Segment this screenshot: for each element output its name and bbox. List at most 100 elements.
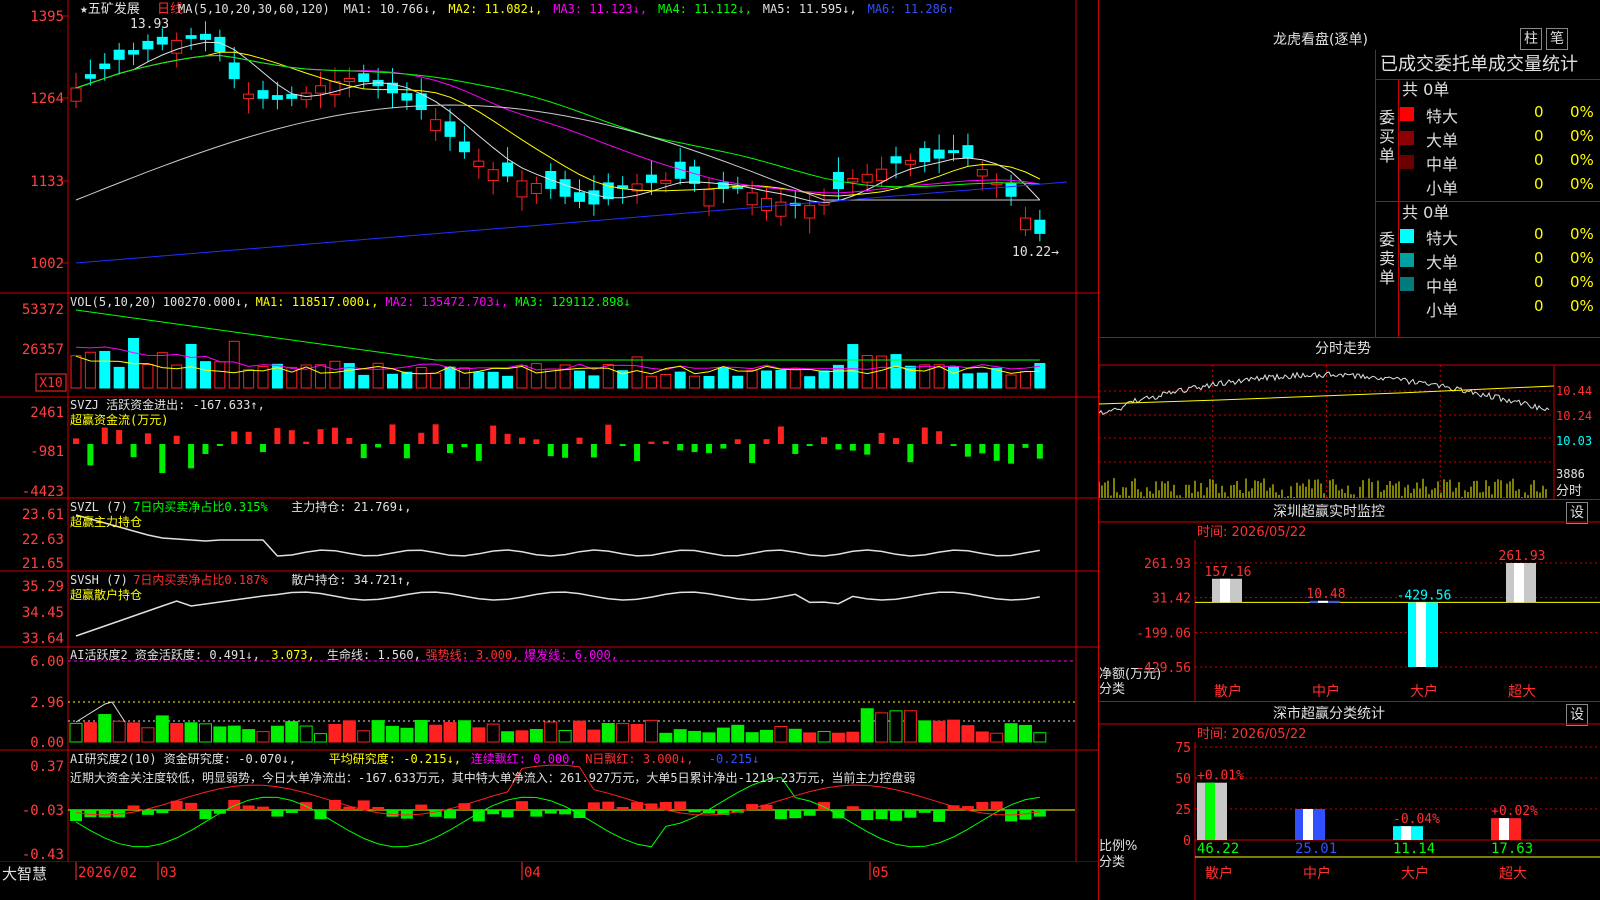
main-chart-canvas[interactable]: 1395126411331002★五矿发展 日线MA(5,10,20,30,60,… xyxy=(0,0,1098,900)
bar-mode-button[interactable]: 柱 xyxy=(1520,28,1542,50)
research-bar xyxy=(861,810,874,821)
activity-bar xyxy=(141,727,155,743)
volume-bar xyxy=(401,371,413,389)
intraday-unit: 分时 xyxy=(1556,484,1582,499)
candle-body xyxy=(444,121,456,137)
main-chart-area[interactable]: 1395 1264 1133 1002 ★五矿发展 日线 MA(5,10,20,30,60,… xyxy=(0,0,1098,900)
candle-body xyxy=(99,63,111,70)
buy-order-row: 大单 0 0% xyxy=(1400,127,1600,150)
research-bar xyxy=(70,810,82,822)
fund-flow-bar xyxy=(720,444,727,449)
ai2-legend: AI研究度2(10) 资金研究度: -0.070↓, xyxy=(70,751,296,766)
ai1-legend: 强势线: 3.000, xyxy=(426,648,520,662)
candle-body xyxy=(343,77,355,83)
volume-tick: 53372 xyxy=(22,302,64,318)
fund-flow-bar xyxy=(749,444,756,463)
candle-body xyxy=(271,95,283,100)
sell-order-pct: 0% xyxy=(1570,273,1594,291)
activity-bar xyxy=(702,732,716,743)
volume-bar xyxy=(329,360,341,389)
research-bar xyxy=(990,801,1003,810)
activity-bar xyxy=(860,708,874,743)
candle-body xyxy=(113,49,125,60)
ma2-line xyxy=(75,51,1041,197)
sell-order-count: 0 xyxy=(1534,273,1544,291)
fund-flow-bar xyxy=(936,431,943,444)
price-tick: 1002 xyxy=(30,256,64,272)
svzl-tick: 23.61 xyxy=(22,507,64,523)
sell-order-pct: 0% xyxy=(1570,225,1594,243)
svzj-sub: 超赢资金流(万元) xyxy=(70,412,168,427)
fund-flow-bar xyxy=(907,444,914,463)
buy-order-count: 0 xyxy=(1534,151,1544,169)
activity-bar xyxy=(371,720,385,743)
fund-flow-bar xyxy=(490,425,497,444)
volume-bar xyxy=(99,350,111,389)
fund-flow-bar xyxy=(691,444,698,453)
volume-bar xyxy=(746,370,758,389)
svsh-legend: SVSH (7) xyxy=(70,573,128,587)
activity-bar xyxy=(601,723,615,743)
activity-bar xyxy=(630,723,644,743)
candle-body xyxy=(430,119,442,132)
ai1-legend: 3.073, xyxy=(271,648,314,662)
research-bar xyxy=(444,810,457,819)
research-bar xyxy=(228,799,241,810)
candle-body xyxy=(487,169,499,182)
research-bar xyxy=(285,810,298,813)
volume-bar xyxy=(70,355,82,389)
pen-mode-button[interactable]: 笔 xyxy=(1546,28,1568,50)
activity-bar xyxy=(314,733,328,743)
class-tick: 0 xyxy=(1183,834,1191,849)
activity-bar xyxy=(342,720,356,743)
fund-flow-bar xyxy=(403,444,410,459)
buy-order-pct: 0% xyxy=(1570,103,1594,121)
monitor-value-label: -429.56 xyxy=(1397,588,1452,603)
intraday-chart[interactable]: 10.44 10.24 10.03 3886 分时 xyxy=(1099,338,1600,500)
candle-body xyxy=(976,169,988,177)
candle-body xyxy=(948,150,960,154)
activity-bar xyxy=(846,731,860,743)
ai1-tick: 6.00 xyxy=(30,654,64,670)
research-bar xyxy=(904,810,917,818)
fund-flow-bar xyxy=(677,444,684,451)
fund-flow-bar xyxy=(73,438,79,444)
activity-bar xyxy=(414,720,428,743)
fund-flow-bar xyxy=(518,437,525,444)
svsh-tick: 33.64 xyxy=(22,631,64,647)
activity-bar xyxy=(400,727,414,743)
class-stat-panel: 深市超赢分类统计 设 时间: 2026/05/22 比例% 分类 75 50 25 0… xyxy=(1099,702,1600,900)
candle-body xyxy=(358,73,370,83)
svzj-legend: SVZJ 活跃资金进出: -167.633↑, xyxy=(70,397,265,412)
monitor-tick: 261.93 xyxy=(1144,557,1191,572)
volume-bar xyxy=(228,340,240,389)
activity-bar xyxy=(486,723,500,743)
activity-bar xyxy=(429,724,443,743)
class-value-label: 46.22 xyxy=(1197,841,1239,857)
activity-bars xyxy=(69,708,1047,743)
research-bar xyxy=(875,810,888,820)
fund-flow-bar xyxy=(504,433,511,444)
research-bar xyxy=(587,802,600,810)
candle-body xyxy=(559,179,571,197)
research-bar xyxy=(846,806,859,810)
research-bar xyxy=(98,810,111,818)
intraday-panel[interactable]: 分时走势 10.44 10.24 10.03 3886 分时 xyxy=(1099,338,1600,500)
candle-body xyxy=(861,173,873,183)
monitor-bar xyxy=(1408,602,1438,667)
research-bar xyxy=(156,810,169,814)
fund-flow-bar xyxy=(634,444,641,462)
volume-bar xyxy=(732,375,744,389)
fund-flow-bar xyxy=(705,444,712,454)
ai2-legend: 连续飘红: 0.000, xyxy=(471,751,577,766)
buy-order-swatch xyxy=(1400,155,1414,169)
stock-name: ★五矿发展 xyxy=(80,1,140,17)
fund-flow-bar xyxy=(921,427,928,444)
research-bar xyxy=(242,805,255,810)
activity-bar xyxy=(184,722,198,743)
ma-legend: MA4: 11.112↓, xyxy=(658,2,752,16)
date-label: 05 xyxy=(872,865,889,881)
volume-bar xyxy=(243,369,255,389)
fund-flow-bar xyxy=(950,444,957,446)
candle-body xyxy=(156,36,168,45)
